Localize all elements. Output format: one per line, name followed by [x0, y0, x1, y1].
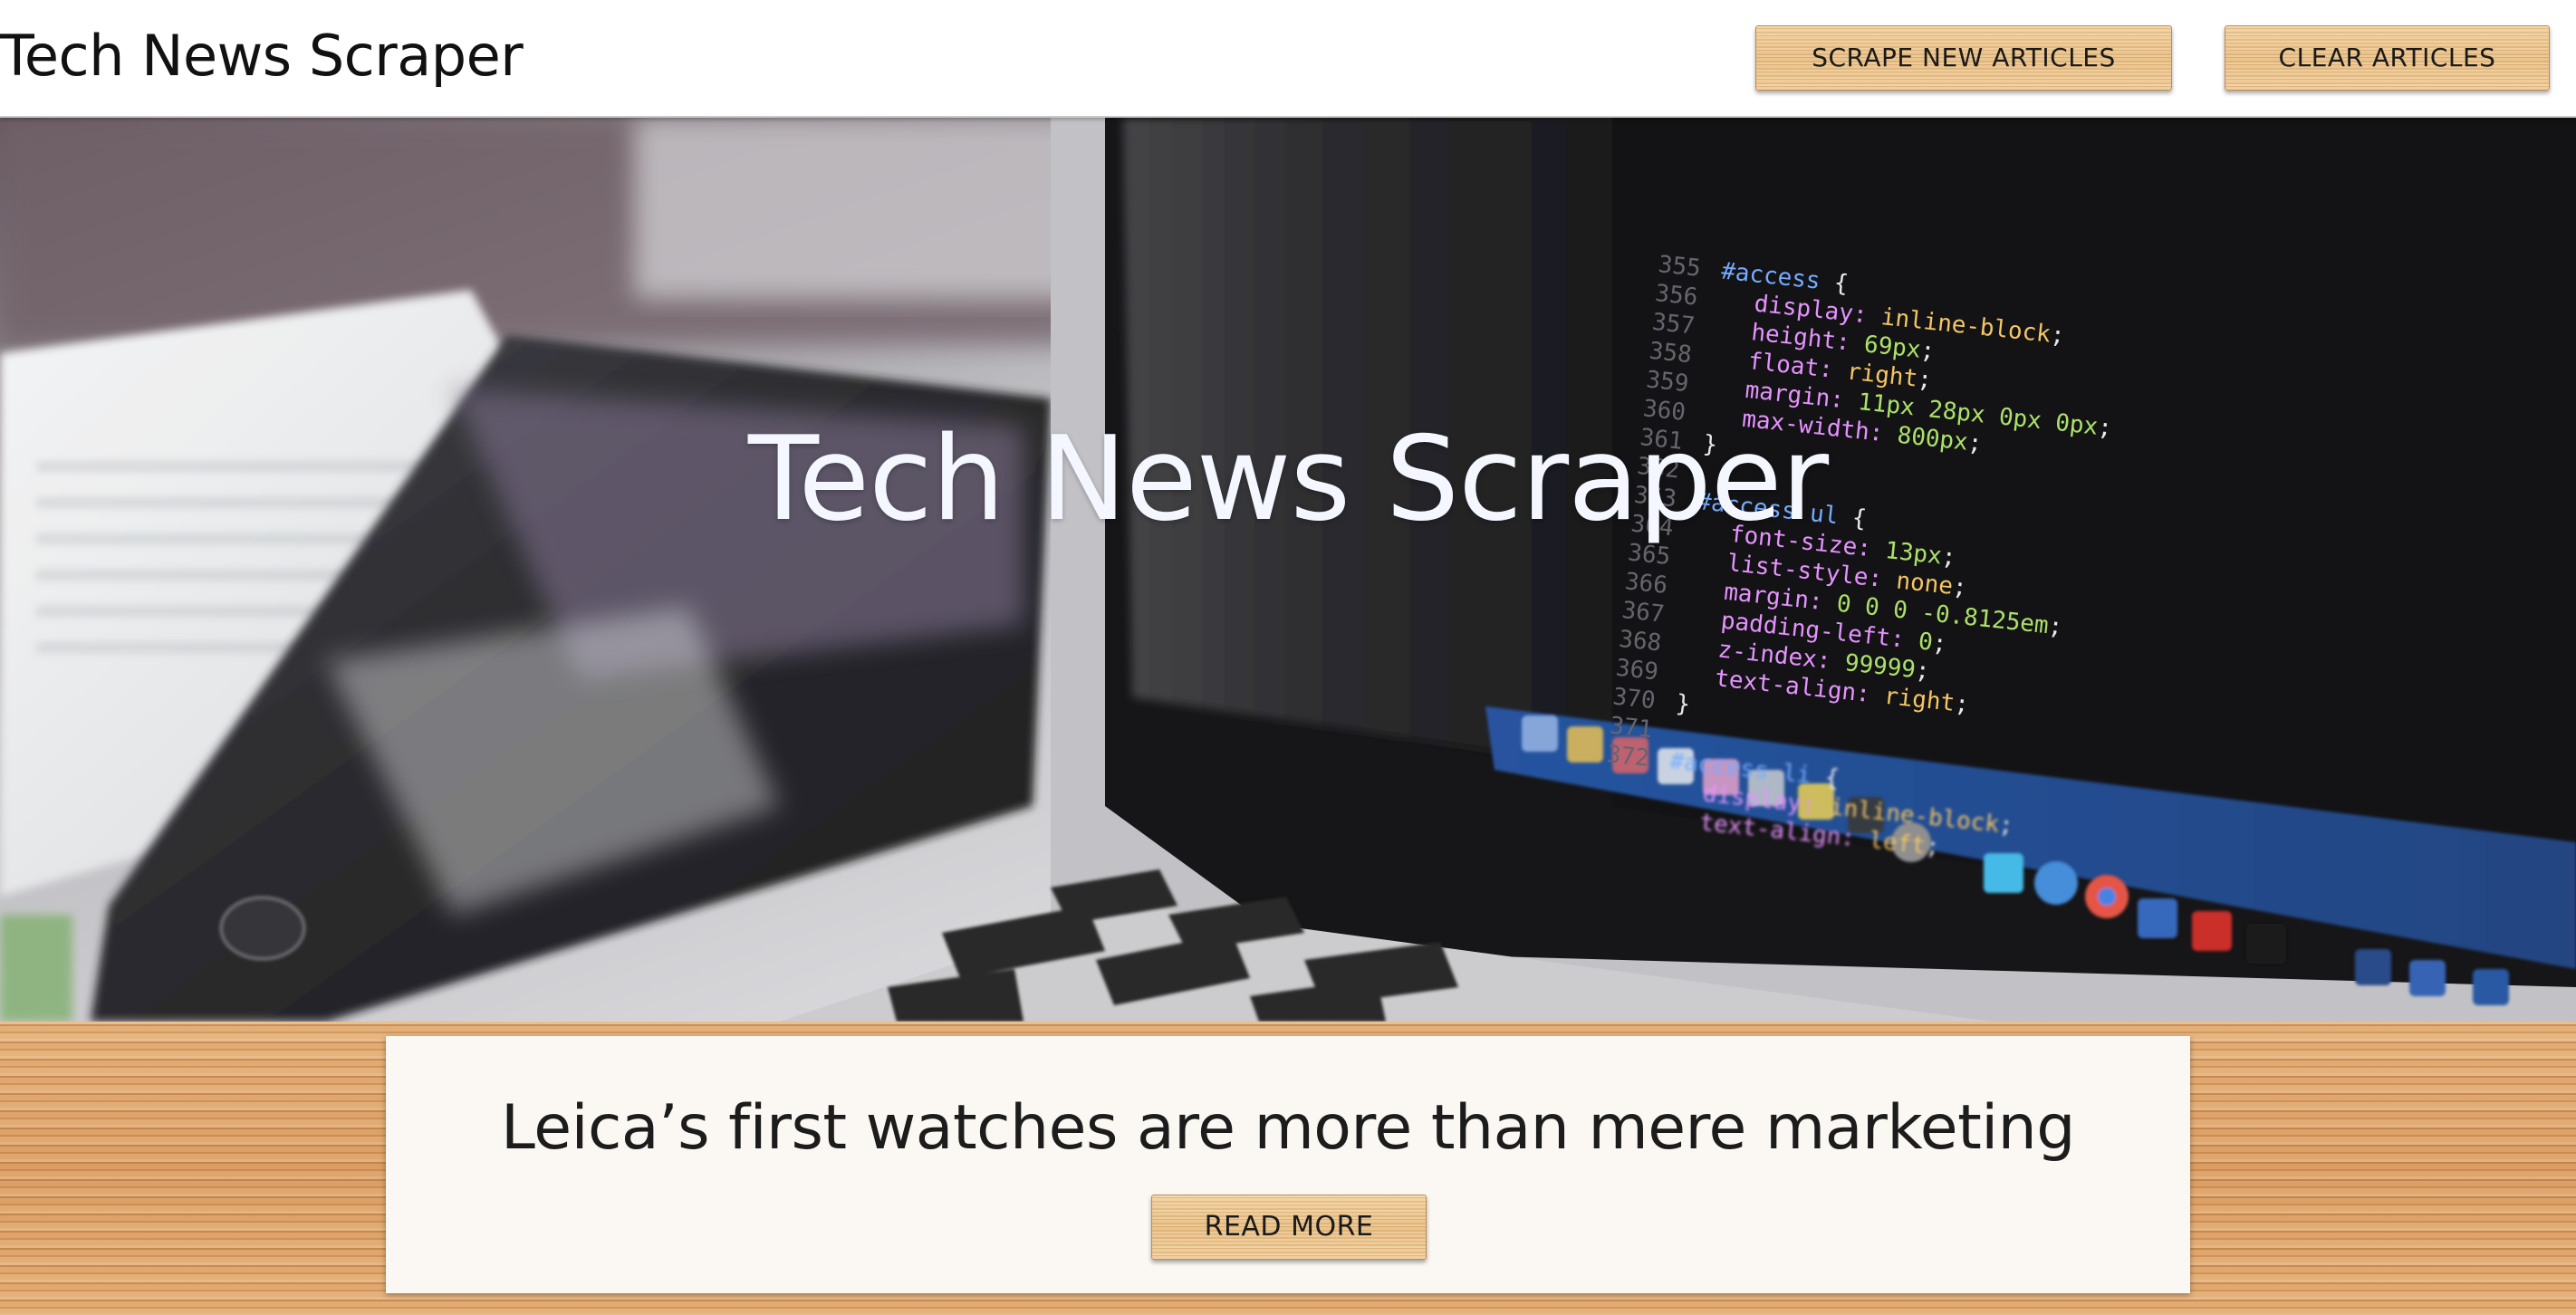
article-title: Leica’s first watches are more than mere…: [501, 1092, 2075, 1164]
read-more-button[interactable]: READ MORE: [1151, 1195, 1427, 1260]
brand-title[interactable]: Tech News Scraper: [0, 20, 524, 92]
article-card: Leica’s first watches are more than mere…: [386, 1036, 2190, 1293]
navbar: Tech News Scraper SCRAPE NEW ARTICLES CL…: [0, 0, 2576, 118]
hero-banner: 355 356 357 358 359 360 361 362 363 364 …: [0, 118, 2576, 1022]
hero-title: Tech News Scraper: [747, 412, 1829, 547]
articles-section: Leica’s first watches are more than mere…: [0, 1022, 2576, 1315]
clear-articles-button[interactable]: CLEAR ARTICLES: [2225, 25, 2550, 91]
scrape-new-articles-button[interactable]: SCRAPE NEW ARTICLES: [1755, 25, 2172, 91]
hero-background-image: 355 356 357 358 359 360 361 362 363 364 …: [0, 118, 2576, 1022]
